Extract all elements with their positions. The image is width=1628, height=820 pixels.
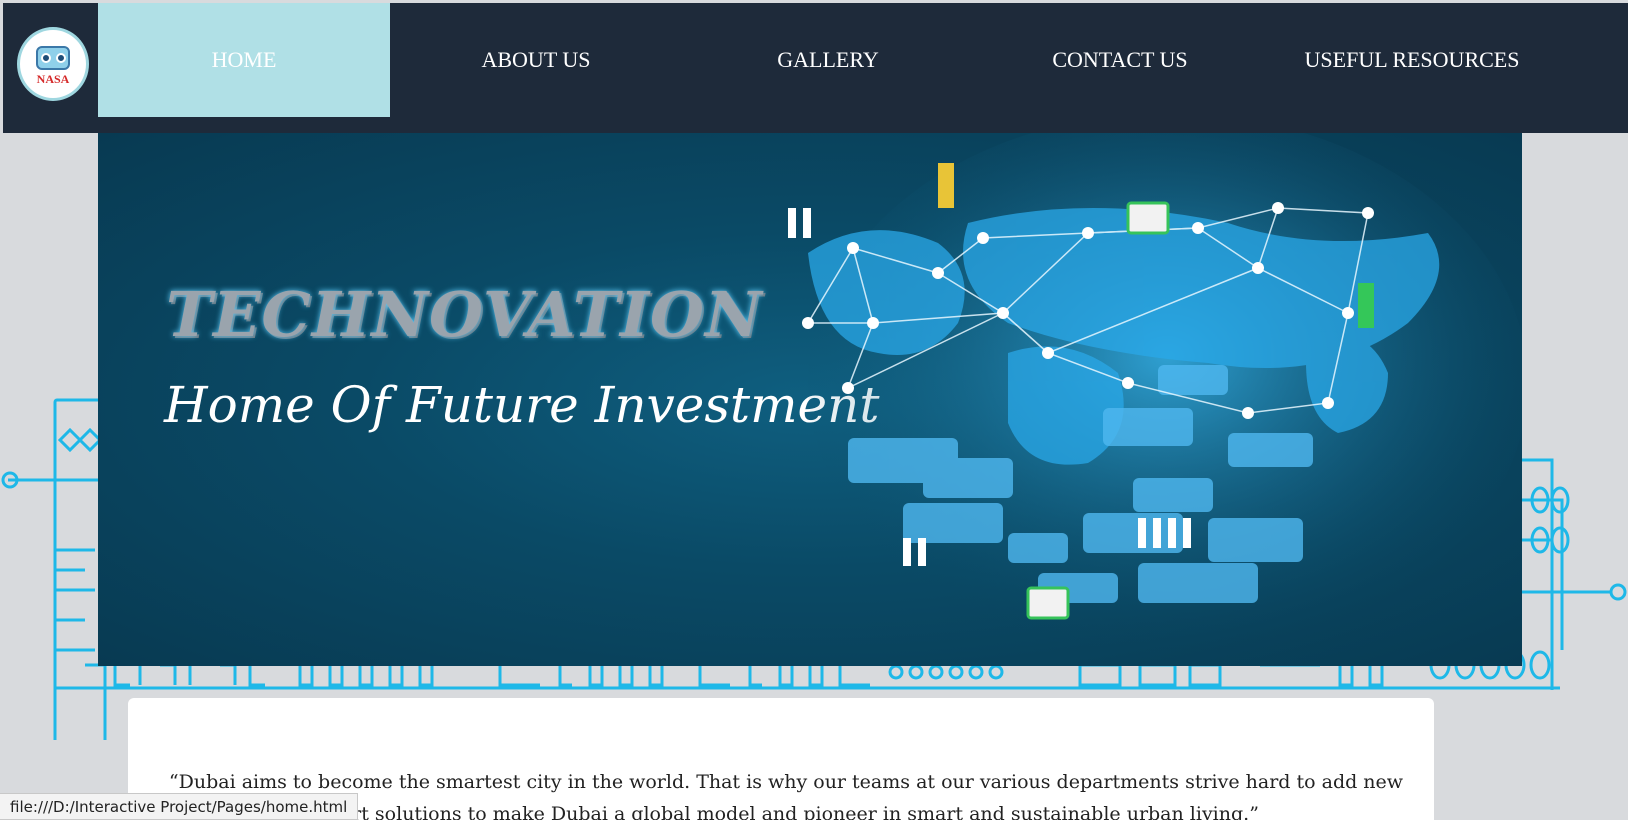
nav-home[interactable]: HOME	[98, 3, 390, 117]
hero-subtitle: Home Of Future Investment	[164, 376, 880, 434]
hero-title: TECHNOVATION	[166, 278, 763, 351]
nav-contact-us[interactable]: CONTACT US	[974, 3, 1266, 117]
top-navbar: NASA HOME ABOUT US GALLERY CONTACT US US…	[3, 3, 1628, 133]
logo-text: NASA	[36, 71, 70, 86]
nasa-logo[interactable]: NASA	[17, 27, 89, 101]
main-nav: HOME ABOUT US GALLERY CONTACT US USEFUL …	[98, 3, 1558, 117]
browser-status-bar: file:///D:/Interactive Project/Pages/hom…	[0, 793, 359, 820]
network-globe-illustration	[788, 133, 1522, 653]
nav-useful-resources[interactable]: USEFUL RESOURCES	[1266, 3, 1558, 117]
robot-icon	[36, 45, 70, 70]
nav-gallery[interactable]: GALLERY	[682, 3, 974, 117]
nav-about-us[interactable]: ABOUT US	[390, 3, 682, 117]
hero-banner: TECHNOVATION Home Of Future Investment	[98, 133, 1522, 666]
